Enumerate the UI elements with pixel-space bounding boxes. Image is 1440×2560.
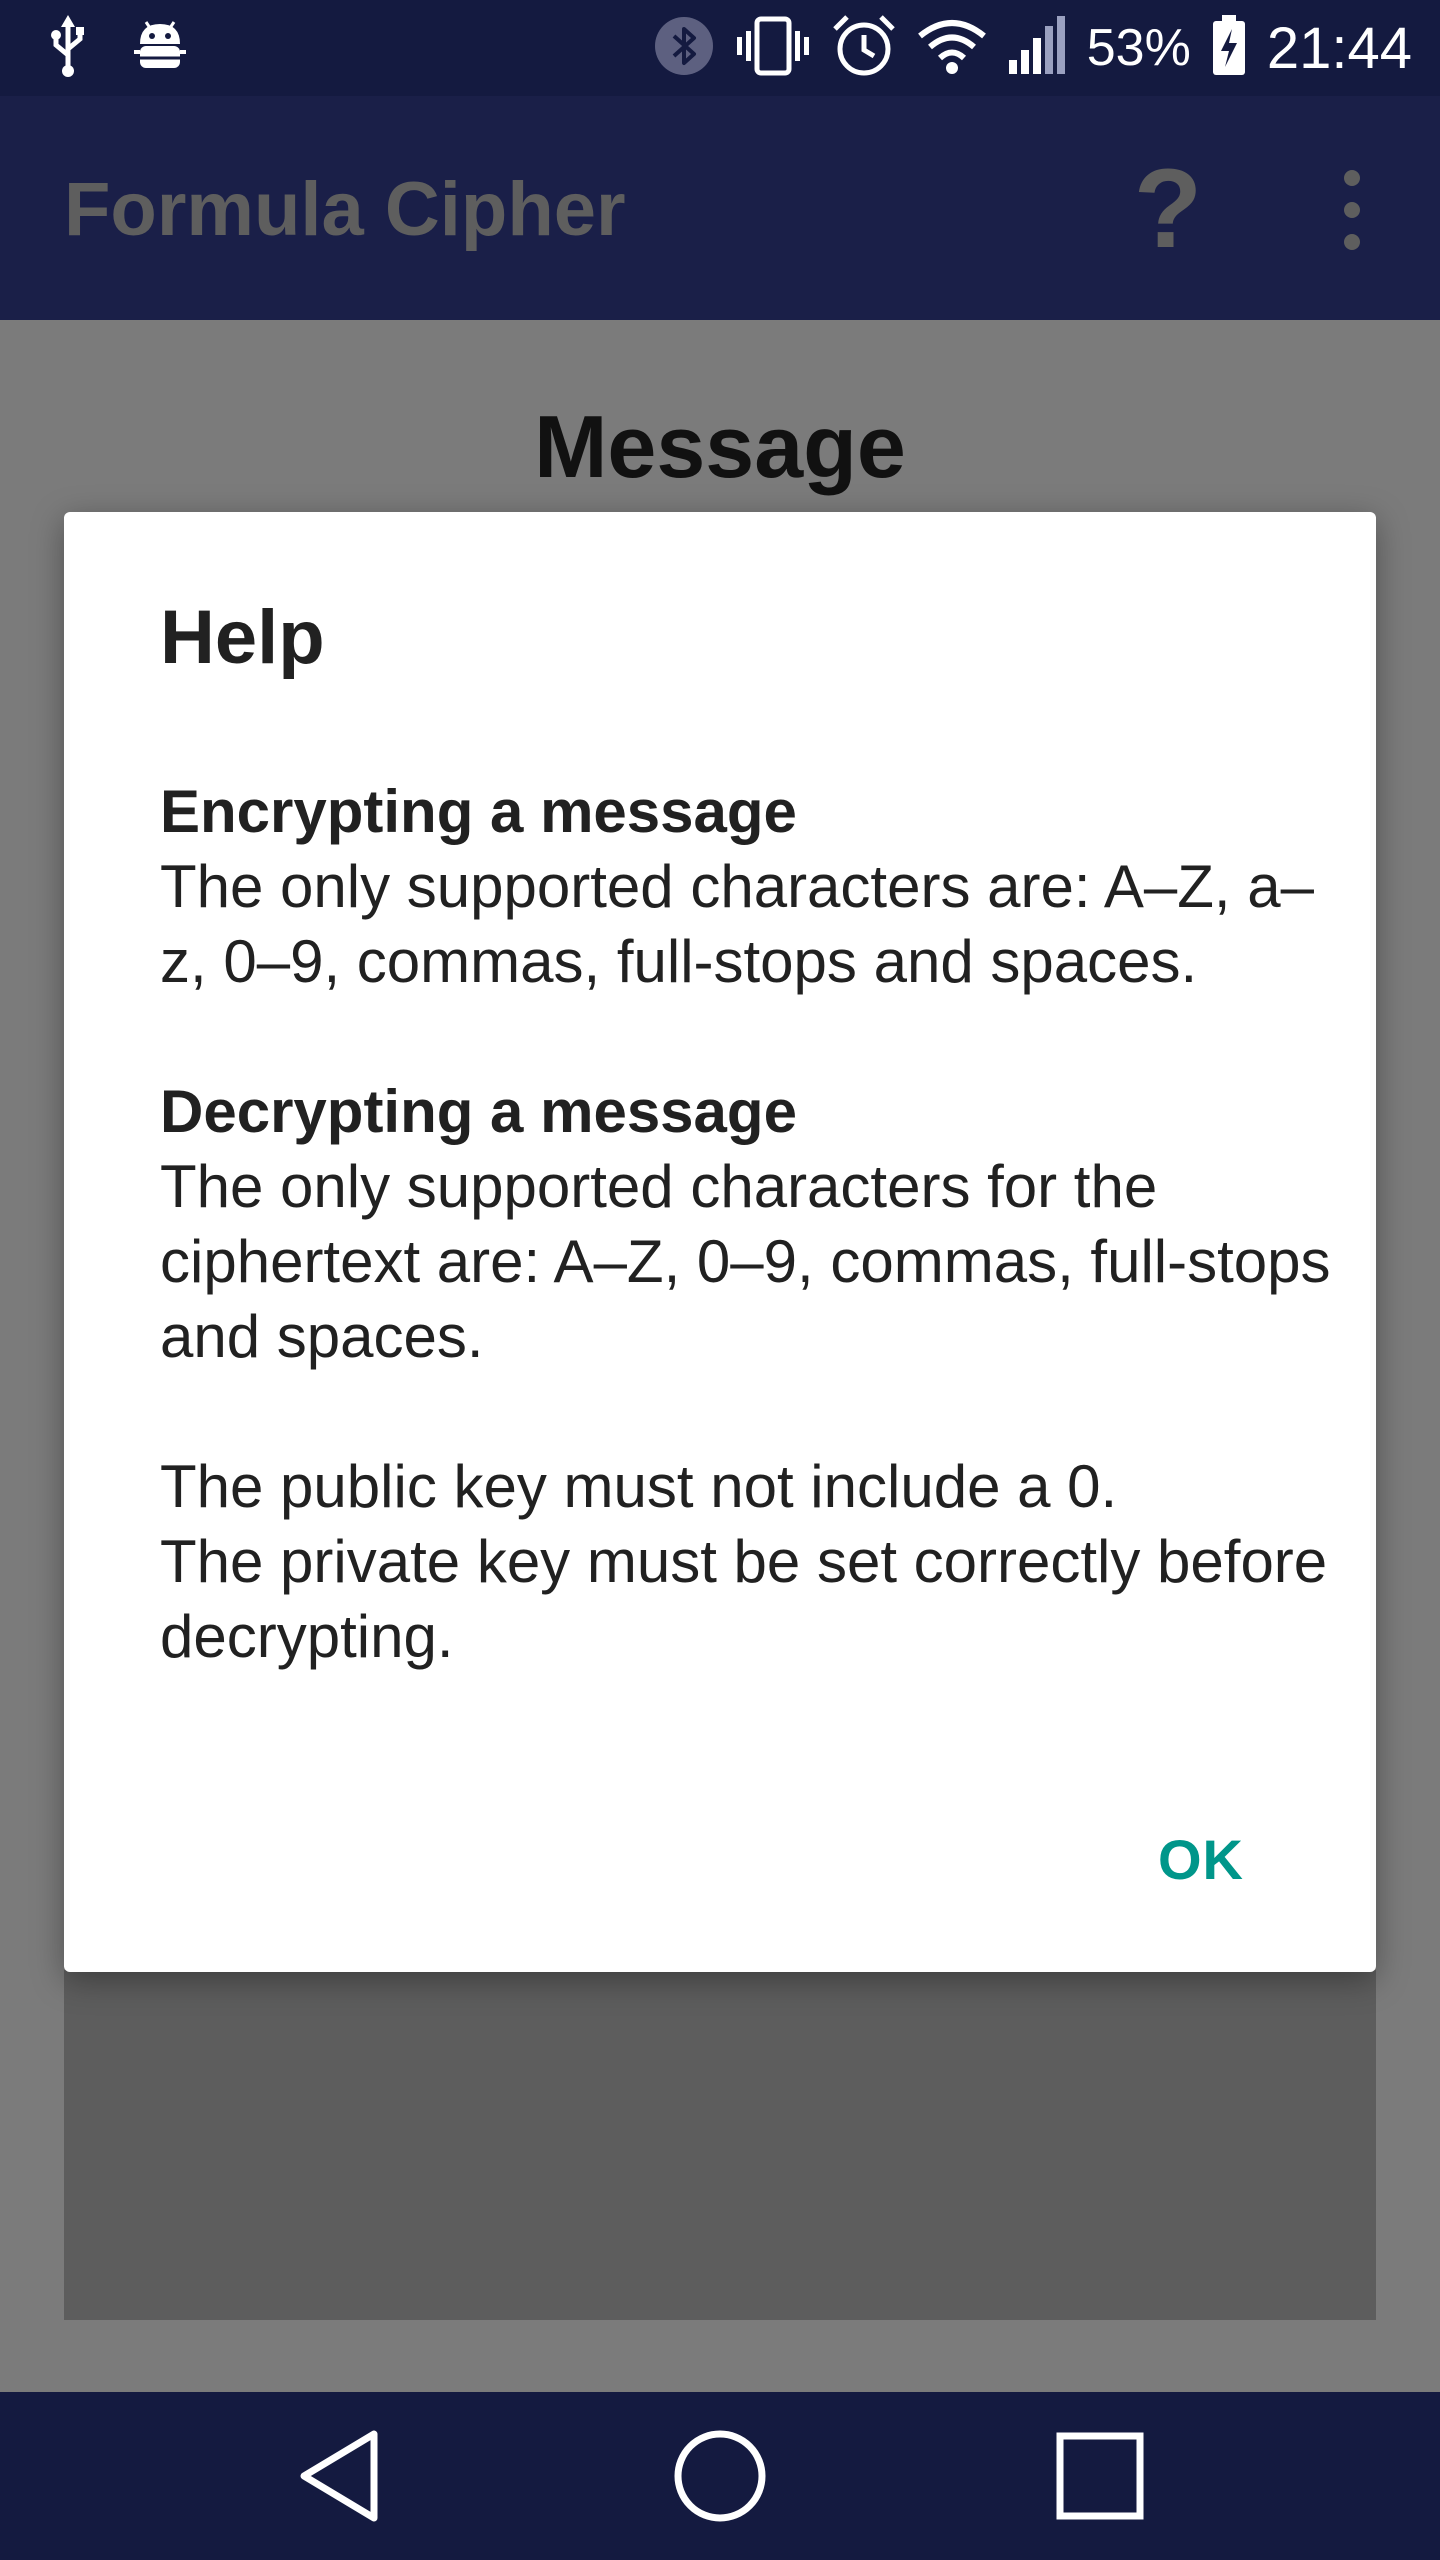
battery-percent: 53% <box>1086 19 1191 77</box>
encrypt-text: The only supported characters are: A–Z, … <box>160 853 1314 995</box>
navigation-bar <box>0 2392 1440 2560</box>
status-bar: 53% 21:44 <box>0 0 1440 96</box>
status-bar-right: 53% 21:44 <box>653 14 1412 82</box>
private-key-text: The private key must be set correctly be… <box>160 1528 1328 1670</box>
public-key-text: The public key must not include a 0. <box>160 1453 1118 1520</box>
overflow-dot <box>1344 234 1360 250</box>
back-icon[interactable] <box>290 2426 390 2526</box>
bluetooth-icon <box>653 15 715 82</box>
home-icon[interactable] <box>670 2426 770 2526</box>
android-debug-icon <box>132 18 188 79</box>
help-dialog: Help Encrypting a message The only suppo… <box>64 512 1376 1972</box>
usb-icon <box>48 14 88 82</box>
decrypt-heading: Decrypting a message <box>160 1078 797 1145</box>
vibrate-icon <box>735 15 811 82</box>
overflow-dot <box>1344 170 1360 186</box>
alarm-icon <box>831 13 897 84</box>
signal-icon <box>1007 15 1067 81</box>
wifi-icon <box>917 18 987 79</box>
overflow-dot <box>1344 202 1360 218</box>
message-heading: Message <box>534 397 906 496</box>
app-bar: Formula Cipher ? <box>0 96 1440 320</box>
dialog-title: Help <box>160 595 325 680</box>
ok-button[interactable]: OK <box>1146 1817 1256 1902</box>
app-title: Formula Cipher <box>64 167 626 252</box>
message-output-area <box>64 1970 1376 2320</box>
decrypt-text: The only supported characters for the ci… <box>160 1153 1331 1370</box>
help-button[interactable]: ? <box>1128 146 1208 271</box>
clock: 21:44 <box>1266 15 1412 81</box>
dialog-body: Encrypting a message The only supported … <box>160 774 1340 1674</box>
status-bar-left <box>48 14 188 82</box>
encrypt-heading: Encrypting a message <box>160 778 797 845</box>
recents-icon[interactable] <box>1050 2426 1150 2526</box>
more-vert-icon[interactable] <box>1320 162 1384 258</box>
battery-charging-icon <box>1211 14 1247 82</box>
